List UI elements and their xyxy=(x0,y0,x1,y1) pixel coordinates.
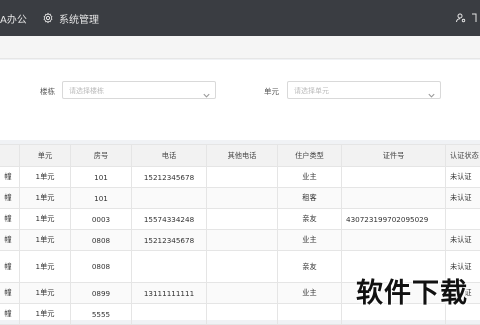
auth-status-cell xyxy=(446,209,480,230)
unit-cell: 1单元 xyxy=(20,230,71,251)
other-phone-cell xyxy=(207,283,278,304)
room-cell: 0808 xyxy=(71,230,132,251)
phone-cell: 15574334248 xyxy=(132,209,207,230)
resident-type-cell: 亲友 xyxy=(278,209,342,230)
column-header[interactable] xyxy=(0,145,20,167)
chevron-down-icon xyxy=(427,85,436,104)
building-cell: 幢 xyxy=(0,167,20,188)
unit-select[interactable]: 请选择单元 xyxy=(287,81,441,99)
building-cell: 幢 xyxy=(0,251,20,283)
auth-status-cell: 未认证 xyxy=(446,188,480,209)
watermark-overlay: 软件下载 xyxy=(356,271,468,310)
room-cell: 101 xyxy=(71,188,132,209)
building-cell: 幢 xyxy=(0,283,20,304)
unit-cell: 1单元 xyxy=(20,167,71,188)
unit-cell: 1单元 xyxy=(20,188,71,209)
auth-status-cell: 未认证 xyxy=(446,230,480,251)
resident-type-cell xyxy=(278,304,342,325)
phone-cell: 15212345678 xyxy=(132,230,207,251)
id-number-cell xyxy=(342,188,446,209)
unit-filter-label: 单元 xyxy=(264,86,279,97)
unit-cell: 1单元 xyxy=(20,251,71,283)
resident-type-cell: 亲友 xyxy=(278,251,342,283)
phone-cell: 13111111111 xyxy=(132,283,207,304)
id-number-cell xyxy=(342,167,446,188)
unit-cell: 1单元 xyxy=(20,304,71,325)
breadcrumb-strip xyxy=(0,36,480,59)
other-phone-cell xyxy=(207,230,278,251)
other-phone-cell xyxy=(207,209,278,230)
other-phone-cell xyxy=(207,304,278,325)
table-row[interactable]: 幢 1单元 0808 15212345678 业主 未认证 xyxy=(0,230,480,251)
column-header-room[interactable]: 房号 xyxy=(71,145,132,167)
id-number-cell xyxy=(342,230,446,251)
table-header-row: 单元 房号 电话 其他电话 住户类型 证件号 认证状态 xyxy=(0,145,480,167)
column-header-other-phone[interactable]: 其他电话 xyxy=(207,145,278,167)
building-filter-label: 楼栋 xyxy=(40,86,55,97)
table-row[interactable]: 幢 1单元 101 15212345678 业主 未认证 xyxy=(0,167,480,188)
building-cell: 幢 xyxy=(0,304,20,325)
resident-type-cell: 业主 xyxy=(278,230,342,251)
room-cell: 0899 xyxy=(71,283,132,304)
room-cell: 101 xyxy=(71,167,132,188)
column-header-resident-type[interactable]: 住户类型 xyxy=(278,145,342,167)
building-select-placeholder: 请选择楼栋 xyxy=(69,86,104,96)
table-row[interactable]: 幢 1单元 101 租客 未认证 xyxy=(0,188,480,209)
user-settings-icon[interactable] xyxy=(455,0,467,36)
resident-type-cell: 业主 xyxy=(278,283,342,304)
column-header-phone[interactable]: 电话 xyxy=(132,145,207,167)
system-management-menu[interactable]: 系统管理 xyxy=(42,0,99,36)
column-header-unit[interactable]: 单元 xyxy=(20,145,71,167)
app-title-text: A办公 xyxy=(0,11,27,26)
filter-panel: 楼栋 请选择楼栋 单元 请选择单元 xyxy=(0,60,480,140)
building-cell: 幢 xyxy=(0,188,20,209)
unit-select-placeholder: 请选择单元 xyxy=(294,86,329,96)
auth-status-cell: 未认证 xyxy=(446,167,480,188)
other-phone-cell xyxy=(207,251,278,283)
resident-type-cell: 租客 xyxy=(278,188,342,209)
resident-type-cell: 业主 xyxy=(278,167,342,188)
building-cell: 幢 xyxy=(0,209,20,230)
phone-cell: 15212345678 xyxy=(132,167,207,188)
phone-cell xyxy=(132,304,207,325)
gear-icon xyxy=(42,12,54,24)
room-cell: 0808 xyxy=(71,251,132,283)
user-menu-icon[interactable] xyxy=(470,0,480,36)
app-title-fragment[interactable]: A办公 xyxy=(0,0,27,36)
building-cell: 幢 xyxy=(0,230,20,251)
room-cell: 5555 xyxy=(71,304,132,325)
other-phone-cell xyxy=(207,188,278,209)
phone-cell xyxy=(132,188,207,209)
top-navigation-bar: A办公 系统管理 xyxy=(0,0,480,36)
table-row[interactable]: 幢 1单元 0003 15574334248 亲友 43072319970209… xyxy=(0,209,480,230)
column-header-auth-status[interactable]: 认证状态 xyxy=(446,145,480,167)
system-management-label: 系统管理 xyxy=(59,11,99,26)
chevron-down-icon xyxy=(202,85,211,104)
unit-cell: 1单元 xyxy=(20,283,71,304)
other-phone-cell xyxy=(207,167,278,188)
room-cell: 0003 xyxy=(71,209,132,230)
unit-cell: 1单元 xyxy=(20,209,71,230)
column-header-id-number[interactable]: 证件号 xyxy=(342,145,446,167)
building-select[interactable]: 请选择楼栋 xyxy=(62,81,216,99)
id-number-cell: 430723199702095029 xyxy=(342,209,446,230)
phone-cell xyxy=(132,251,207,283)
